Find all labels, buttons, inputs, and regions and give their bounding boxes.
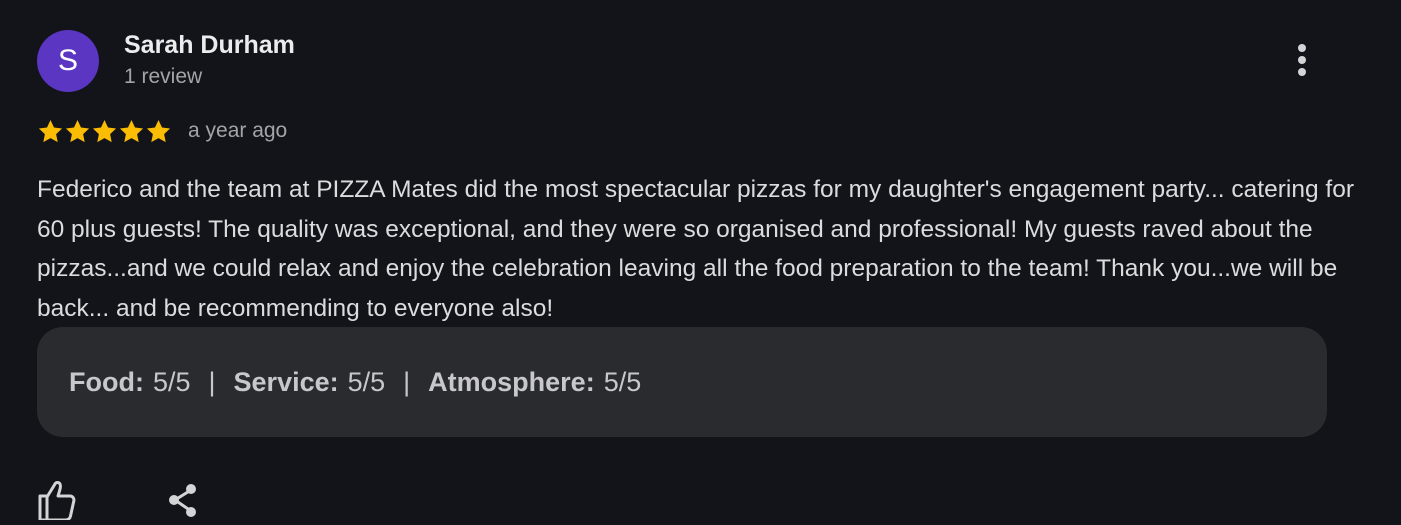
star-icon (118, 118, 145, 145)
author-name[interactable]: Sarah Durham (124, 31, 295, 60)
star-rating (37, 118, 172, 145)
review-card: S Sarah Durham 1 review a year ago Feder… (0, 0, 1401, 522)
star-icon (91, 118, 118, 145)
avatar[interactable]: S (37, 30, 99, 92)
star-icon (37, 118, 64, 145)
service-rating-value: 5/5 (347, 366, 386, 397)
atmosphere-rating-label: Atmosphere: (428, 366, 595, 397)
review-date: a year ago (188, 119, 288, 142)
more-options-button[interactable] (1284, 40, 1320, 80)
star-icon (64, 118, 91, 145)
atmosphere-rating-value: 5/5 (603, 366, 642, 397)
share-button[interactable] (163, 480, 203, 520)
more-vertical-icon (1298, 44, 1306, 76)
service-rating-label: Service: (233, 366, 339, 397)
food-rating-value: 5/5 (152, 366, 191, 397)
food-rating-label: Food: (69, 366, 144, 397)
rating-row: a year ago (37, 116, 287, 146)
separator: | (208, 366, 216, 397)
separator: | (403, 366, 411, 397)
sub-ratings-panel: Food: 5/5 | Service: 5/5 | Atmosphere: 5… (37, 327, 1327, 437)
share-icon (169, 484, 196, 517)
review-text: Federico and the team at PIZZA Mates did… (37, 176, 1354, 322)
thumbs-up-icon (38, 481, 76, 522)
star-icon (145, 118, 172, 145)
author-review-count: 1 review (124, 65, 203, 88)
like-button[interactable] (36, 478, 80, 522)
